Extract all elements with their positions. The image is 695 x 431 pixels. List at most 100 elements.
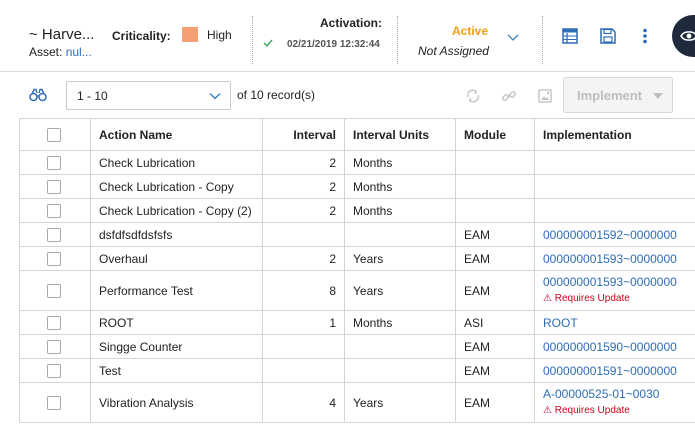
table-row[interactable]: Check Lubrication - Copy (2) 2 Months (19, 198, 695, 223)
row-select-cell (19, 174, 91, 199)
chevron-down-icon (209, 93, 221, 100)
row-select-cell (19, 382, 91, 423)
interval: 2 (262, 246, 345, 271)
state-label[interactable]: Active (452, 24, 488, 38)
caret-down-icon (653, 93, 663, 99)
image-icon[interactable] (537, 88, 553, 104)
page-range-value: 1 - 10 (77, 89, 108, 103)
action-name: Check Lubrication - Copy (90, 174, 263, 199)
divider (397, 16, 398, 64)
state-assignee: Not Assigned (418, 44, 489, 58)
row-checkbox[interactable] (47, 339, 61, 354)
action-name: Performance Test (90, 270, 263, 311)
col-interval[interactable]: Interval (262, 118, 345, 151)
activation-date: 02/21/2019 12:32:44 (287, 39, 380, 50)
row-checkbox[interactable] (47, 363, 61, 378)
table-row[interactable]: Overhaul 2 Years EAM 000000001593~000000… (19, 246, 695, 271)
grid-toolbar: 1 - 10 of 10 record(s) Implement (0, 72, 695, 118)
interval: 2 (262, 174, 345, 199)
row-checkbox[interactable] (47, 179, 61, 194)
implementation-link[interactable]: 000000001591~0000000 (543, 364, 677, 378)
record-title: ~ Harve... (29, 26, 95, 43)
divider (252, 16, 253, 64)
implementation-link[interactable]: 000000001590~0000000 (543, 340, 677, 354)
interval: 1 (262, 310, 345, 335)
action-name: Test (90, 358, 263, 383)
records-count: of 10 record(s) (237, 88, 316, 102)
link-icon[interactable] (501, 88, 517, 104)
col-interval-units[interactable]: Interval Units (344, 118, 456, 151)
implementation-cell (534, 150, 695, 175)
module: EAM (455, 270, 535, 311)
row-select-cell (19, 270, 91, 311)
col-module[interactable]: Module (455, 118, 535, 151)
chevron-down-icon[interactable] (506, 31, 520, 45)
side-panel-toggle-button[interactable] (672, 15, 695, 57)
table-view-icon[interactable] (561, 27, 579, 45)
row-select-cell (19, 222, 91, 247)
implementation-link[interactable]: A-00000525-01~0030 (543, 387, 695, 401)
table-row[interactable]: Vibration Analysis 4 Years EAM A-0000052… (19, 382, 695, 423)
criticality-label: Criticality: (112, 29, 171, 43)
implement-dropdown-button[interactable]: Implement (563, 77, 673, 113)
row-checkbox[interactable] (47, 315, 61, 330)
row-select-cell (19, 358, 91, 383)
action-name: Check Lubrication (90, 150, 263, 175)
row-checkbox[interactable] (47, 155, 61, 170)
record-header: ~ Harve... Asset: nul... Criticality: Hi… (0, 0, 695, 72)
interval (262, 358, 345, 383)
table-row[interactable]: Check Lubrication 2 Months (19, 150, 695, 175)
action-name: ROOT (90, 310, 263, 335)
table-row[interactable]: dsfdfsdfdsfsfs EAM 000000001592~0000000 (19, 222, 695, 247)
col-action-name[interactable]: Action Name (90, 118, 263, 151)
actions-table: Action Name Interval Interval Units Modu… (19, 118, 695, 423)
binoculars-icon[interactable] (29, 88, 47, 102)
save-icon[interactable] (599, 27, 617, 45)
criticality-value: High (207, 28, 232, 42)
requires-update-warning: ⚠ Requires Update (543, 293, 630, 304)
select-all-checkbox[interactable] (47, 127, 61, 142)
row-select-cell (19, 334, 91, 359)
col-implementation[interactable]: Implementation (534, 118, 695, 151)
row-checkbox[interactable] (47, 251, 61, 266)
action-name: Singge Counter (90, 334, 263, 359)
more-vert-icon[interactable] (636, 27, 654, 45)
implementation-cell: 000000001593~0000000 ⚠ Requires Update (534, 270, 695, 311)
table-row[interactable]: Performance Test 8 Years EAM 00000000159… (19, 270, 695, 311)
implementation-link[interactable]: 000000001592~0000000 (543, 228, 677, 242)
asset-link[interactable]: nul... (66, 45, 92, 59)
asset-line: Asset: nul... (29, 45, 92, 59)
action-name: Overhaul (90, 246, 263, 271)
row-select-cell (19, 198, 91, 223)
row-checkbox[interactable] (47, 395, 61, 410)
module: EAM (455, 246, 535, 271)
implementation-cell (534, 198, 695, 223)
refresh-icon[interactable] (465, 88, 481, 104)
row-checkbox[interactable] (47, 283, 61, 298)
implementation-link[interactable]: 000000001593~0000000 (543, 252, 677, 266)
interval-units: Years (344, 382, 456, 423)
table-row[interactable]: Check Lubrication - Copy 2 Months (19, 174, 695, 199)
eye-icon (680, 31, 695, 41)
implementation-link[interactable]: ROOT (543, 316, 578, 330)
interval-units: Years (344, 270, 456, 311)
implementation-cell (534, 174, 695, 199)
interval-units: Months (344, 150, 456, 175)
action-name: dsfdfsdfdsfsfs (90, 222, 263, 247)
table-row[interactable]: Singge Counter EAM 000000001590~0000000 (19, 334, 695, 359)
table-row[interactable]: Test EAM 000000001591~0000000 (19, 358, 695, 383)
checkmark-icon (263, 38, 273, 51)
module (455, 150, 535, 175)
module: EAM (455, 382, 535, 423)
implementation-cell: A-00000525-01~0030 ⚠ Requires Update (534, 382, 695, 423)
criticality-swatch (182, 27, 198, 42)
interval-units (344, 358, 456, 383)
row-checkbox[interactable] (47, 227, 61, 242)
page-range-select[interactable]: 1 - 10 (66, 81, 231, 110)
requires-update-warning: ⚠ Requires Update (543, 405, 630, 416)
implementation-link[interactable]: 000000001593~0000000 (543, 275, 695, 289)
table-row[interactable]: ROOT 1 Months ASI ROOT (19, 310, 695, 335)
interval: 4 (262, 382, 345, 423)
row-checkbox[interactable] (47, 203, 61, 218)
interval (262, 334, 345, 359)
